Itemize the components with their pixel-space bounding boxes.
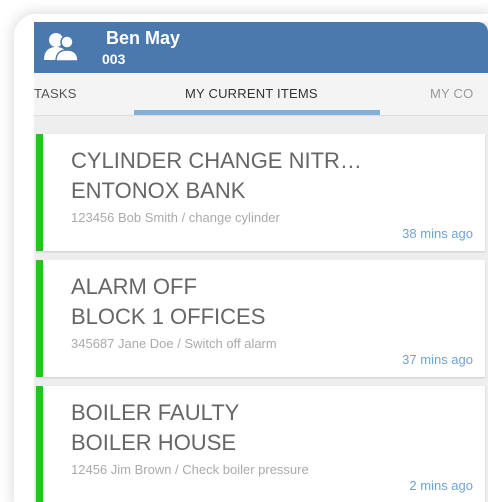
item-time: 37 mins ago (402, 352, 473, 367)
item-detail: 12456 Jim Brown / Check boiler pressure (71, 462, 309, 477)
list-item[interactable]: BOILER FAULTY BOILER HOUSE 12456 Jim Bro… (36, 386, 485, 502)
tab-tasks[interactable]: TASKS (34, 86, 77, 101)
item-title-line1: CYLINDER CHANGE NITR… (71, 148, 362, 173)
item-time: 38 mins ago (402, 226, 473, 241)
item-title-line2: BLOCK 1 OFFICES (71, 304, 266, 329)
item-title-line1: ALARM OFF (71, 274, 197, 299)
item-title-line2: ENTONOX BANK (71, 178, 246, 203)
device-frame: Ben May 003 TASKS MY CURRENT ITEMS MY CO… (14, 14, 488, 502)
item-title-line1: BOILER FAULTY (71, 400, 240, 425)
item-detail: 345687 Jane Doe / Switch off alarm (71, 336, 277, 351)
tab-my-current-items[interactable]: MY CURRENT ITEMS (185, 86, 318, 101)
app-header: Ben May 003 (34, 22, 488, 73)
item-title-line2: BOILER HOUSE (71, 430, 237, 455)
tab-bar: TASKS MY CURRENT ITEMS MY CO (34, 73, 488, 116)
tab-my-co[interactable]: MY CO (430, 86, 473, 101)
list-item[interactable]: ALARM OFF BLOCK 1 OFFICES 345687 Jane Do… (36, 260, 485, 377)
user-name: Ben May (106, 28, 181, 48)
app-screen: Ben May 003 TASKS MY CURRENT ITEMS MY CO… (34, 22, 488, 502)
user-id: 003 (102, 51, 126, 67)
users-group-icon[interactable] (42, 30, 80, 64)
list-item[interactable]: CYLINDER CHANGE NITR… ENTONOX BANK 12345… (36, 134, 485, 251)
item-title: BOILER FAULTY BOILER HOUSE (71, 398, 239, 458)
item-detail: 123456 Bob Smith / change cylinder (71, 210, 280, 225)
item-time: 2 mins ago (409, 478, 473, 493)
item-title: CYLINDER CHANGE NITR… ENTONOX BANK (71, 146, 362, 206)
tab-selected-indicator (134, 110, 380, 115)
item-title: ALARM OFF BLOCK 1 OFFICES (71, 272, 265, 332)
